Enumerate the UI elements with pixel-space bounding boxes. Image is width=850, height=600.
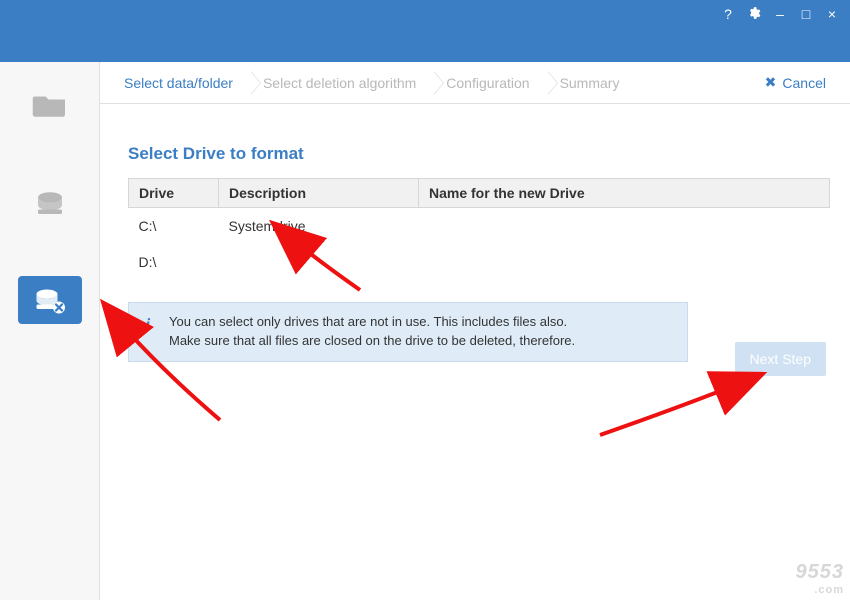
folder-icon: [32, 86, 68, 122]
watermark-sub: .com: [796, 584, 845, 596]
table-row[interactable]: D:\: [129, 244, 830, 280]
breadcrumb-step-configuration: Configuration: [446, 75, 547, 91]
cell-description: [219, 244, 419, 280]
chevron-right-icon: [434, 71, 444, 95]
cell-newname: [419, 244, 830, 280]
help-icon[interactable]: ?: [720, 6, 736, 22]
drive-x-icon: [32, 282, 68, 318]
breadcrumb-step-algorithm: Select deletion algorithm: [263, 75, 434, 91]
gear-icon[interactable]: [746, 6, 762, 23]
main-layout: Select data/folder Select deletion algor…: [0, 62, 850, 600]
breadcrumb: Select data/folder Select deletion algor…: [100, 62, 850, 104]
chevron-right-icon: [251, 71, 261, 95]
info-text: You can select only drives that are not …: [169, 313, 575, 351]
chevron-right-icon: [548, 71, 558, 95]
minimize-icon[interactable]: –: [772, 6, 788, 22]
cell-drive: D:\: [129, 244, 219, 280]
page-title: Select Drive to format: [128, 144, 830, 164]
col-header-description: Description: [219, 179, 419, 208]
table-row[interactable]: C:\ Systemdrive: [129, 208, 830, 245]
page-body: Select Drive to format Drive Description…: [100, 104, 850, 362]
cell-description: Systemdrive: [219, 208, 419, 245]
drives-table: Drive Description Name for the new Drive…: [128, 178, 830, 280]
sidebar-item-drive-delete[interactable]: [18, 276, 82, 324]
cancel-button[interactable]: ✖ Cancel: [765, 74, 826, 91]
breadcrumb-step-select-data[interactable]: Select data/folder: [124, 75, 251, 91]
close-icon[interactable]: ×: [824, 6, 840, 22]
cell-drive: C:\: [129, 208, 219, 245]
info-line-2: Make sure that all files are closed on t…: [169, 332, 575, 351]
info-line-1: You can select only drives that are not …: [169, 313, 575, 332]
watermark-text: 9553: [796, 561, 845, 583]
col-header-newname: Name for the new Drive: [419, 179, 830, 208]
close-icon: ✖: [765, 74, 777, 91]
col-header-drive: Drive: [129, 179, 219, 208]
titlebar: ? – □ ×: [0, 0, 850, 62]
content-area: Select data/folder Select deletion algor…: [100, 62, 850, 600]
maximize-icon[interactable]: □: [798, 6, 814, 22]
drive-icon: [32, 184, 68, 220]
breadcrumb-step-summary: Summary: [560, 75, 638, 91]
sidebar-item-drive[interactable]: [18, 178, 82, 226]
info-box: i You can select only drives that are no…: [128, 302, 688, 362]
cancel-label: Cancel: [782, 75, 826, 91]
sidebar-item-files[interactable]: [18, 80, 82, 128]
cell-newname: [419, 208, 830, 245]
watermark: 9553.com: [796, 561, 845, 596]
info-icon: i: [141, 313, 155, 336]
next-step-button[interactable]: Next Step: [735, 342, 826, 376]
sidebar: [0, 62, 100, 600]
